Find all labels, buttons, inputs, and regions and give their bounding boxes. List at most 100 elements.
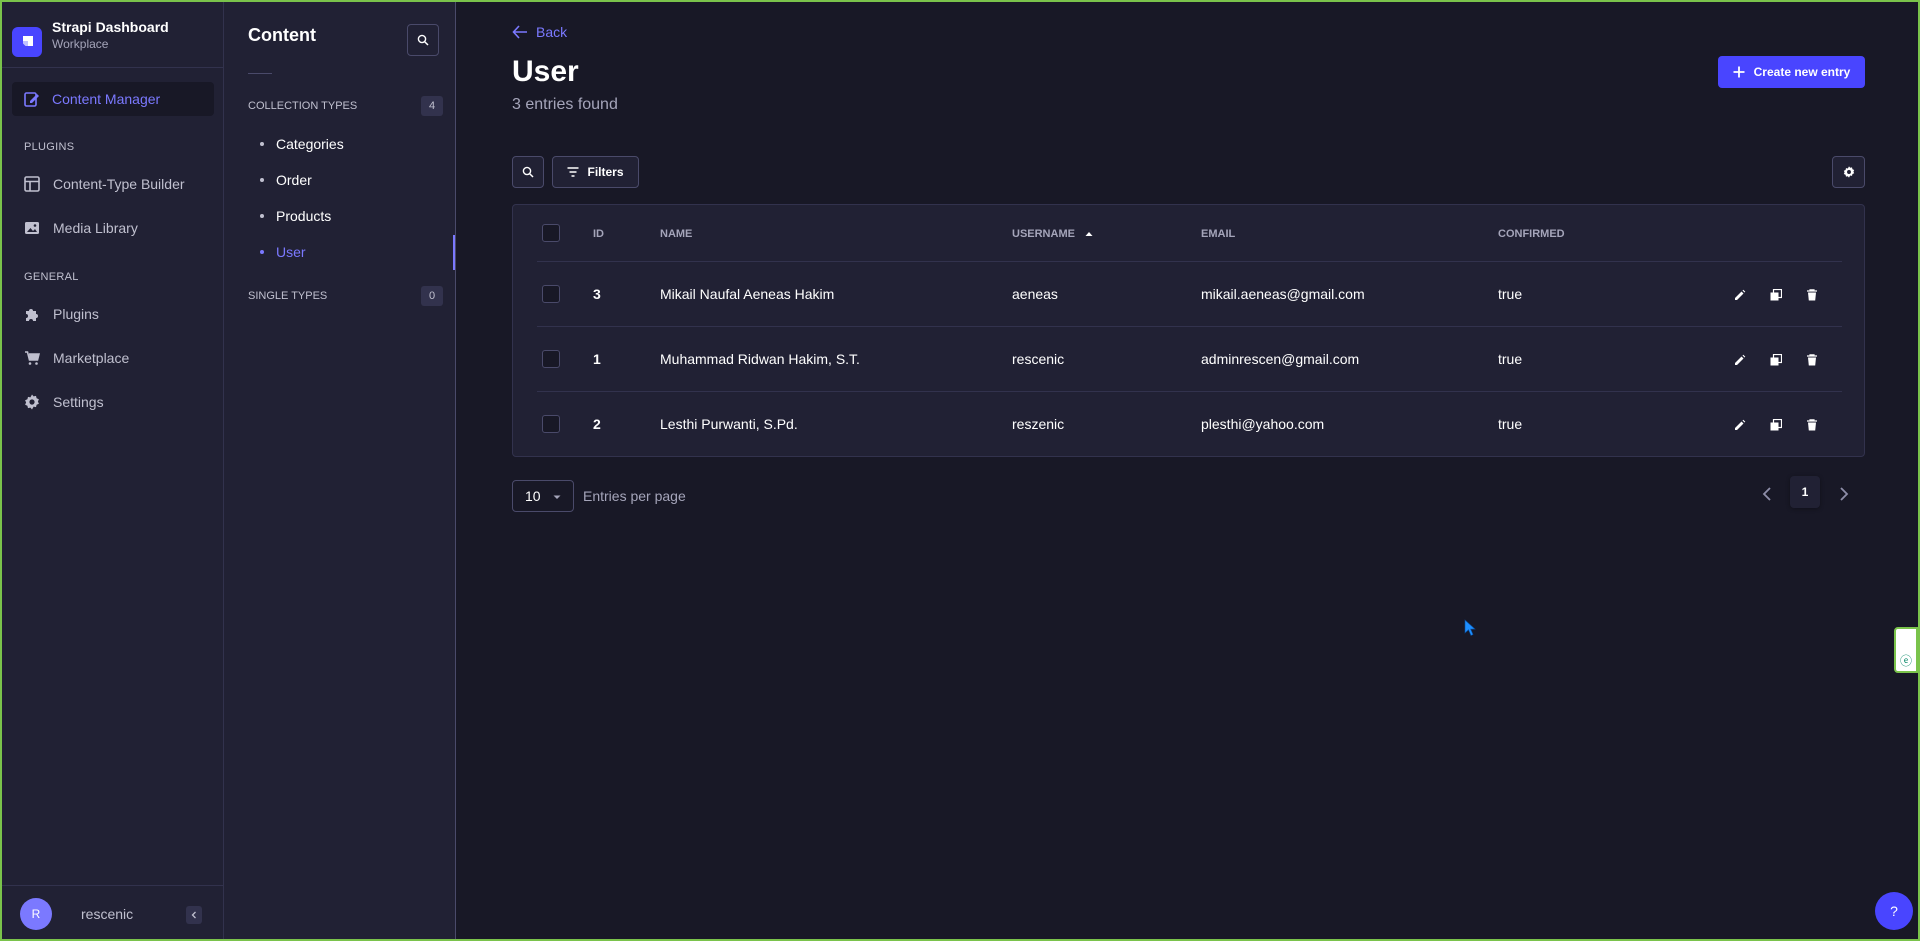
nav-item-settings[interactable]: Settings [24,390,104,414]
create-new-entry-button[interactable]: Create new entry [1718,56,1865,88]
nav-item-label: Content-Type Builder [53,176,185,192]
subnav-item-user[interactable]: User [260,244,306,260]
delete-button[interactable] [1805,288,1819,302]
view-settings-button[interactable] [1832,156,1865,188]
row-checkbox[interactable] [542,415,560,433]
edit-button[interactable] [1733,288,1747,302]
row-divider [537,261,1842,262]
nav-item-plugins[interactable]: Plugins [24,302,99,326]
brand: Strapi Dashboard Workplace [0,0,223,68]
brand-subtitle: Workplace [52,36,109,51]
extension-logo-icon[interactable]: ⓔ [1900,655,1912,667]
cell-name: Mikail Naufal Aeneas Hakim [660,286,835,302]
gear-icon [1843,166,1854,178]
single-types-label: SINGLE TYPES [248,290,328,302]
main-navigation: Strapi Dashboard Workplace Content Manag… [0,0,224,941]
cell-username: aeneas [1012,286,1058,302]
search-icon [417,34,429,46]
entries-per-page-select[interactable]: 10 [512,480,574,512]
column-header-email[interactable]: EMAIL [1201,228,1235,240]
page-button-current[interactable]: 1 [1790,476,1820,508]
shopping-cart-icon [25,351,40,365]
bullet [260,142,264,146]
nav-item-label: Content Manager [52,91,161,107]
nav-item-label: Media Library [53,220,138,236]
back-label: Back [536,24,568,40]
avatar[interactable]: R [20,897,52,930]
pencil-icon [1735,419,1746,430]
row-checkbox[interactable] [542,285,560,303]
edit-button[interactable] [1733,418,1747,432]
select-all-checkbox[interactable] [542,224,560,242]
cell-email: adminrescen@gmail.com [1201,351,1360,367]
back-link[interactable]: Back [512,24,567,40]
filter-icon [567,167,579,177]
column-header-username[interactable]: USERNAME [1012,228,1093,240]
chevron-right-icon [1840,487,1849,501]
nav-item-marketplace[interactable]: Marketplace [24,346,129,370]
subnav-item-label: Categories [276,136,344,152]
delete-button[interactable] [1805,353,1819,367]
plus-icon [1733,66,1745,78]
duplicate-button[interactable] [1769,288,1783,302]
subnav-item-label: Order [276,172,312,188]
username[interactable]: rescenic [81,906,133,922]
subnav-item-order[interactable]: Order [260,172,312,188]
subnav-item-categories[interactable]: Categories [260,136,344,152]
duplicate-button[interactable] [1769,353,1783,367]
edit-button[interactable] [1733,353,1747,367]
column-header-name[interactable]: NAME [660,228,692,240]
browser-extension-widget[interactable]: ⊗ ⓔ [1894,627,1918,673]
bullet [260,250,264,254]
subnav-item-label: User [276,244,306,260]
search-button[interactable] [512,156,544,188]
cell-username: rescenic [1012,351,1065,367]
delete-button[interactable] [1805,418,1819,432]
cell-confirmed: true [1498,351,1523,367]
close-circle-icon[interactable]: ⊗ [1901,634,1911,646]
layout-icon [24,176,40,192]
nav-item-content-type-builder[interactable]: Content-Type Builder [24,172,185,196]
cell-id: 2 [593,416,601,432]
column-header-id[interactable]: ID [593,228,604,240]
chevron-left-icon [191,911,196,919]
filters-button[interactable]: Filters [552,156,639,188]
cell-id: 3 [593,286,601,302]
collection-types-label: COLLECTION TYPES [248,100,358,112]
nav-item-media-library[interactable]: Media Library [24,216,138,240]
trash-icon [1807,289,1817,301]
duplicate-icon [1770,419,1782,431]
per-page-label: Entries per page [583,488,686,504]
row-divider [537,391,1842,392]
row-checkbox[interactable] [542,350,560,368]
help-button[interactable]: ? [1875,892,1913,930]
duplicate-button[interactable] [1769,418,1783,432]
cell-email: mikail.aeneas@gmail.com [1201,286,1365,302]
arrow-left-icon [512,25,527,39]
column-header-confirmed[interactable]: CONFIRMED [1498,228,1565,240]
subnav-search-button[interactable] [407,24,439,56]
sort-ascending-icon [1085,232,1093,236]
subnav-item-products[interactable]: Products [260,208,331,224]
search-icon [522,166,534,178]
next-page-button[interactable] [1832,482,1856,506]
column-header-label: USERNAME [1012,228,1075,240]
single-types-header[interactable]: SINGLE TYPES 0 [248,286,443,306]
brand-title: Strapi Dashboard [52,18,169,35]
collapse-nav-button[interactable] [186,906,202,924]
cell-confirmed: true [1498,286,1523,302]
cell-confirmed: true [1498,416,1523,432]
collection-types-header[interactable]: COLLECTION TYPES 4 [248,96,443,116]
divider [248,73,272,74]
subnav-title: Content [248,25,316,45]
puzzle-icon [26,309,38,321]
nav-item-content-manager[interactable]: Content Manager [12,82,214,116]
cell-username: reszenic [1012,416,1065,432]
bullet [260,214,264,218]
previous-page-button[interactable] [1755,482,1779,506]
mouse-cursor-icon [1464,619,1476,636]
image-icon [25,222,39,234]
cell-name: Lesthi Purwanti, S.Pd. [660,416,798,432]
create-label: Create new entry [1753,65,1851,79]
pencil-icon [1735,289,1746,300]
